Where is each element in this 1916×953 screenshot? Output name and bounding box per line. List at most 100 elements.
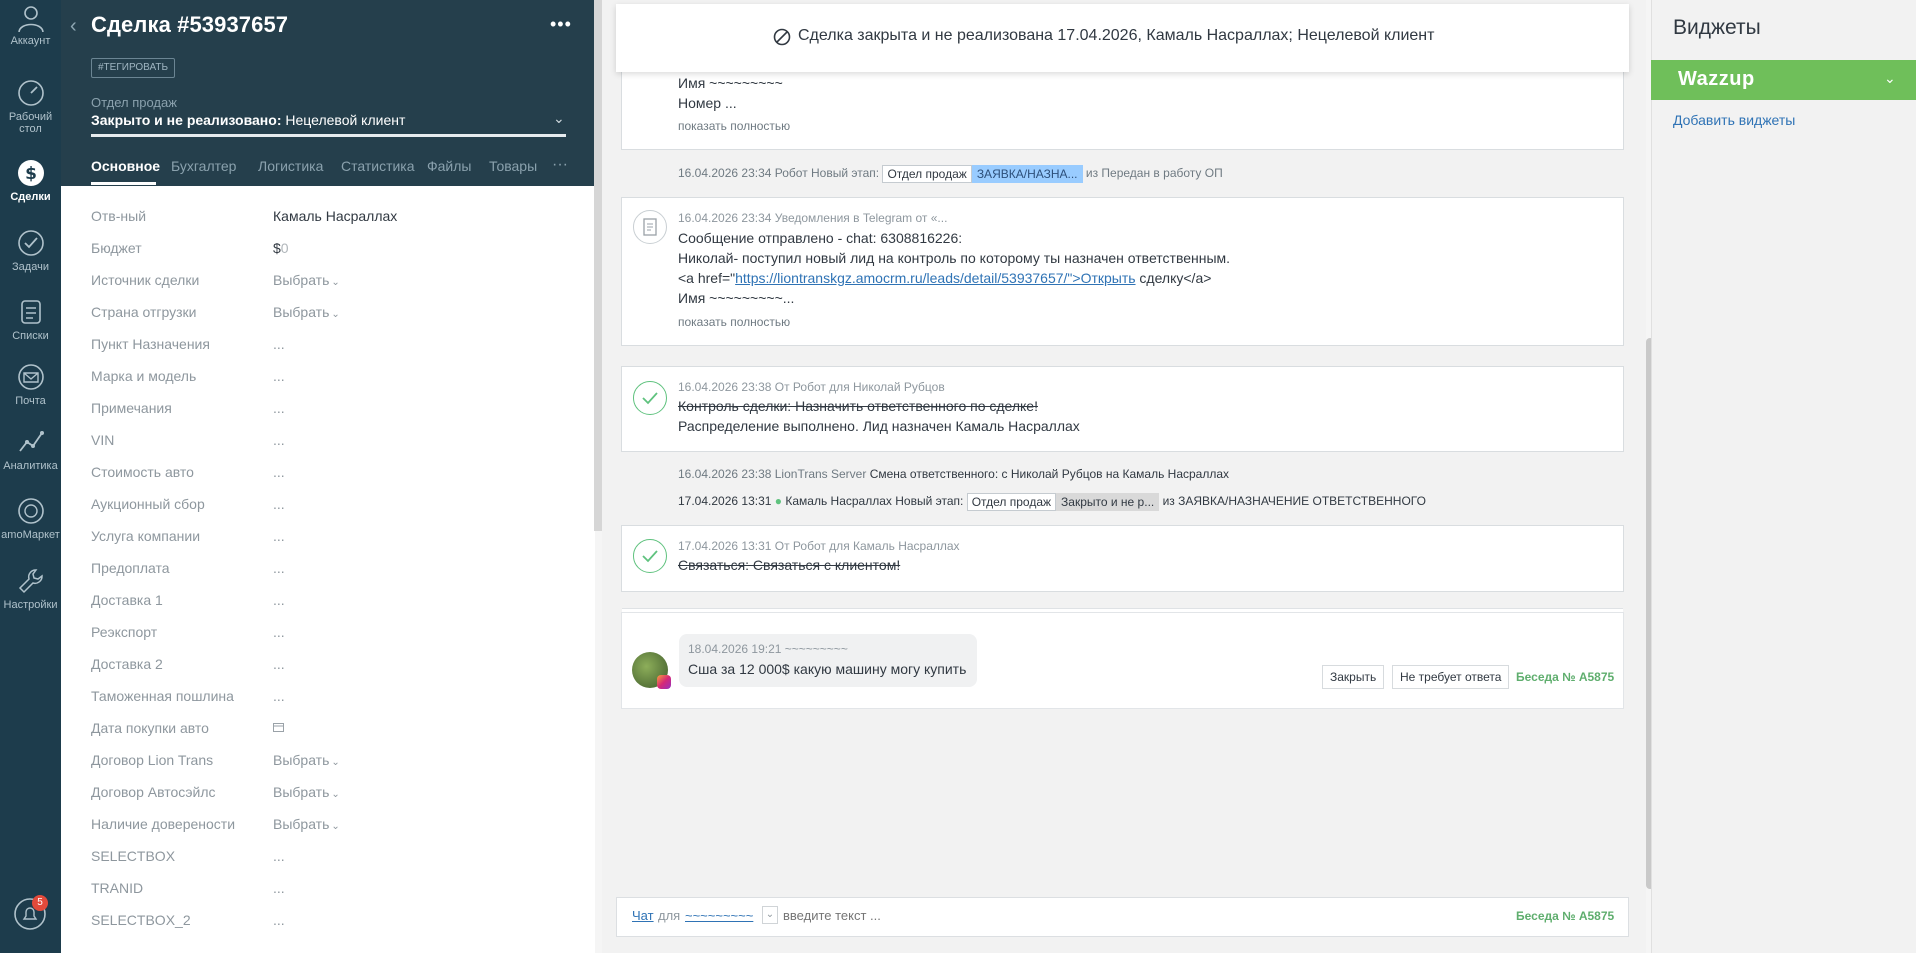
status-select[interactable]: Закрыто и не реализовано: Нецелевой клие… [91, 112, 405, 128]
deals-icon: $ [17, 160, 44, 186]
nav-item-tasks[interactable]: Задачи [0, 228, 61, 273]
nav-item-account[interactable]: Аккаунт [0, 2, 61, 47]
field-value[interactable]: ... [273, 400, 285, 416]
tab-main[interactable]: Основное [91, 158, 160, 174]
field-select[interactable]: Выбрать ⌄ [273, 816, 340, 832]
field-value[interactable]: ... [273, 688, 285, 704]
field-value[interactable]: ... [273, 432, 285, 448]
budget-amount: 0 [280, 240, 289, 256]
field-value[interactable]: ... [273, 880, 285, 896]
pipeline-chip: Отдел продаж [882, 165, 972, 183]
event-tail: из ЗАЯВКА/НАЗНАЧЕНИЕ ОТВЕТСТВЕННОГО [1162, 494, 1426, 509]
field-value[interactable]: ... [273, 848, 285, 864]
tag-button[interactable]: #ТЕГИРОВАТЬ [91, 58, 176, 78]
more-tabs-icon[interactable]: ··· [552, 156, 568, 174]
more-options-icon[interactable]: ••• [550, 14, 572, 35]
chat-for-label: для [658, 908, 681, 923]
nav-item-analytics[interactable]: Аналитика [0, 427, 61, 472]
wazzup-label: Wazzup [1678, 68, 1755, 90]
task-done-icon [633, 381, 667, 415]
field-label: SELECTBOX_2 [91, 912, 191, 928]
instagram-icon [657, 675, 671, 689]
field-value[interactable]: ... [273, 336, 285, 352]
field-label: Страна отгрузки [91, 304, 197, 320]
field-value[interactable]: ... [273, 624, 285, 640]
back-arrow-icon[interactable]: ‹ [70, 16, 82, 36]
svg-text:$: $ [25, 164, 37, 184]
task-done-icon [633, 539, 667, 573]
field-value[interactable]: ... [273, 528, 285, 544]
note-line: Номер ... [678, 95, 737, 111]
field-row: TRANID... [91, 880, 571, 902]
field-value[interactable]: ... [273, 592, 285, 608]
field-value[interactable]: ... [273, 496, 285, 512]
field-label: Стоимость авто [91, 464, 194, 480]
fields-scrollbar[interactable] [594, 0, 602, 531]
nav-item-deals[interactable]: $ Сделки [0, 158, 61, 203]
conversation-link[interactable]: Беседа № A5875 [1516, 909, 1614, 923]
chevron-down-icon[interactable]: ⌄ [553, 110, 565, 127]
field-label: Доставка 1 [91, 592, 163, 608]
chat-type-link[interactable]: Чат [632, 908, 654, 923]
field-value[interactable]: $0 [273, 240, 289, 256]
field-select[interactable]: Выбрать ⌄ [273, 272, 340, 288]
no-reply-button[interactable]: Не требует ответа [1392, 665, 1510, 689]
market-icon [17, 498, 44, 524]
task-text: Контроль сделки: Назначить ответственног… [678, 398, 1038, 414]
field-value[interactable]: ... [273, 464, 285, 480]
tab-products[interactable]: Товары [489, 158, 537, 174]
nav-item-dashboard[interactable]: Рабочий стол [0, 78, 61, 135]
lists-icon [20, 300, 41, 324]
add-widgets-link[interactable]: Добавить виджеты [1673, 112, 1795, 128]
select-value: Выбрать [273, 304, 330, 320]
close-chat-button[interactable]: Закрыть [1322, 665, 1385, 689]
status-reason: Нецелевой клиент [285, 112, 406, 128]
chevron-down-icon: ⌄ [331, 309, 340, 320]
nav-item-market[interactable]: amoМаркет [0, 496, 61, 541]
deal-title[interactable]: Сделка #53937657 [91, 12, 288, 38]
field-row: Марка и модель... [91, 368, 571, 390]
field-value[interactable]: ... [273, 656, 285, 672]
field-select[interactable]: Выбрать ⌄ [273, 304, 340, 320]
lead-link[interactable]: https://liontranskgz.amocrm.ru/leads/det… [735, 270, 1135, 286]
field-value[interactable]: ... [273, 560, 285, 576]
show-more-link[interactable]: показать полностью [678, 119, 790, 133]
field-row: VIN... [91, 432, 571, 454]
field-label: Договор Lion Trans [91, 752, 214, 768]
field-row: Пункт Назначения... [91, 336, 571, 358]
field-value[interactable]: ... [273, 912, 285, 928]
tab-logistics[interactable]: Логистика [258, 158, 323, 174]
tab-accounting[interactable]: Бухгалтер [171, 158, 241, 174]
tab-statistics[interactable]: Статистика [341, 158, 415, 174]
field-label: Предоплата [91, 560, 170, 576]
nav-item-lists[interactable]: Списки [0, 297, 61, 342]
chevron-down-icon[interactable]: ⌄ [1884, 70, 1896, 87]
chevron-down-icon[interactable]: ⌄ [762, 906, 778, 924]
nav-label: Сделки [10, 191, 51, 203]
field-row: Доставка 1... [91, 592, 571, 614]
field-value[interactable]: ... [273, 368, 285, 384]
field-value[interactable]: Камаль Насраллах [273, 208, 397, 224]
tab-files[interactable]: Файлы [427, 158, 471, 174]
field-select[interactable]: Выбрать ⌄ [273, 752, 340, 768]
check-icon [642, 392, 658, 405]
status-strong: Закрыто и не реализовано: [91, 112, 282, 128]
field-label: Доставка 2 [91, 656, 163, 672]
document-icon [643, 218, 657, 236]
field-row: Предоплата... [91, 560, 571, 582]
field-label: Аукционный сбор [91, 496, 205, 512]
pipeline-label: Отдел продаж [91, 95, 177, 110]
field-row: Отв-ный Камаль Насраллах [91, 208, 571, 230]
nav-item-mail[interactable]: Почта [0, 362, 61, 407]
event-text: Смена ответственного: с Николай Рубцов н… [869, 467, 1230, 481]
chat-message-input[interactable] [783, 903, 1383, 927]
event-author: Камаль Насраллах [785, 494, 892, 509]
nav-item-settings[interactable]: Настройки [0, 566, 61, 611]
date-picker[interactable] [273, 720, 284, 736]
chat-recipient-link[interactable]: ~~~~~~~~~ [685, 908, 753, 923]
field-row: Бюджет $0 [91, 240, 571, 262]
show-more-link[interactable]: показать полностью [678, 315, 790, 329]
field-select[interactable]: Выбрать ⌄ [273, 784, 340, 800]
field-row: Услуга компании... [91, 528, 571, 550]
conversation-link[interactable]: Беседа № A5875 [1516, 670, 1614, 684]
